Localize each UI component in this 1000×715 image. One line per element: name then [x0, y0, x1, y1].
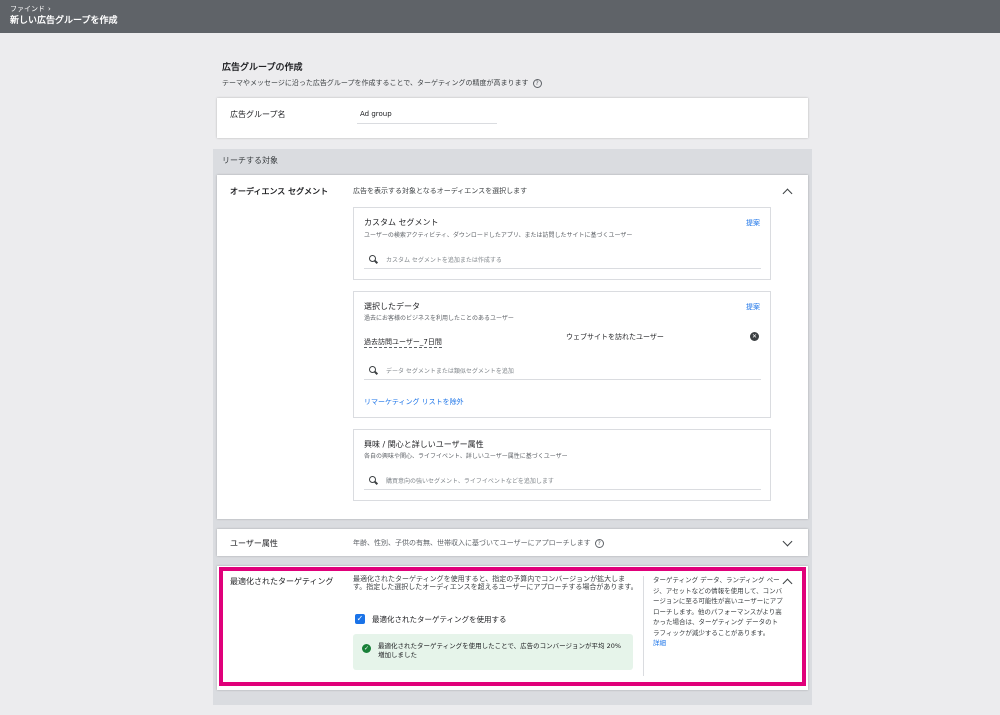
custom-segments-title: カスタム セグメント — [364, 218, 439, 227]
custom-segments-description: ユーザーの検索アクティビティ、ダウンロードしたアプリ、または訪問したサイトに基づ… — [364, 232, 633, 239]
custom-segments-search-placeholder: カスタム セグメントを追加または作成する — [386, 257, 502, 264]
demographics-description: 年齢、性別、子供の有無、世帯収入に基づいてユーザーにアプローチします ? — [353, 538, 604, 548]
breadcrumb[interactable]: ファインド › — [10, 4, 990, 14]
page-description-text: テーマやメッセージに沿った広告グループを作成することで、ターゲティングの精度が高… — [222, 79, 529, 87]
reach-title: リーチする対象 — [222, 156, 278, 165]
page-description: テーマやメッセージに沿った広告グループを作成することで、ターゲティングの精度が高… — [222, 78, 542, 88]
custom-segments-suggest-link[interactable]: 提案 — [746, 218, 760, 228]
audience-segments-description: 広告を表示する対象となるオーディエンスを選択します — [353, 187, 528, 195]
ad-group-name-label: 広告グループ名 — [230, 110, 286, 119]
help-icon[interactable]: ? — [594, 538, 604, 548]
interests-title: 興味 / 関心と詳しいユーザー属性 — [364, 440, 484, 449]
interests-description: 各自の興味や関心、ライフイベント、詳しいユーザー属性に基づくユーザー — [364, 453, 568, 460]
demographics-description-text: 年齢、性別、子供の有無、世帯収入に基づいてユーザーにアプローチします — [353, 539, 591, 547]
your-data-suggest-link[interactable]: 提案 — [746, 302, 760, 312]
your-data-box: 選択したデータ 過去にお客様のビジネスを利用したことのあるユーザー 提案 過去訪… — [353, 291, 771, 418]
your-data-search-placeholder: データ セグメントまたは類似セグメントを追加 — [386, 368, 514, 375]
audience-segments-card: オーディエンス セグメント 広告を表示する対象となるオーディエンスを選択します … — [217, 175, 808, 519]
exclude-remarketing-link[interactable]: リマーケティング リストを除外 — [364, 397, 464, 407]
page-header-title: 新しい広告グループを作成 — [10, 16, 118, 26]
custom-segments-search-input[interactable]: カスタム セグメントを追加または作成する — [364, 251, 761, 269]
demographics-card[interactable]: ユーザー属性 年齢、性別、子供の有無、世帯収入に基づいてユーザーにアプローチしま… — [217, 529, 808, 556]
demographics-label: ユーザー属性 — [230, 539, 278, 548]
search-icon — [369, 366, 378, 375]
your-data-search-input[interactable]: データ セグメントまたは類似セグメントを追加 — [364, 362, 761, 380]
interests-search-placeholder: 購買意向の強いセグメント、ライフイベントなどを追加します — [386, 478, 554, 485]
chevron-down-icon[interactable] — [782, 536, 793, 547]
your-data-title: 選択したデータ — [364, 302, 420, 311]
interests-search-input[interactable]: 購買意向の強いセグメント、ライフイベントなどを追加します — [364, 472, 761, 490]
highlight-frame — [219, 567, 806, 686]
interests-box: 興味 / 関心と詳しいユーザー属性 各自の興味や関心、ライフイベント、詳しいユー… — [353, 429, 771, 501]
audience-segments-label: オーディエンス セグメント — [230, 187, 329, 196]
selected-segment-name[interactable]: 過去訪問ユーザー_7日間 — [364, 337, 442, 348]
selected-segment-type: ウェブサイトを訪れたユーザー — [566, 333, 664, 341]
chevron-up-icon[interactable] — [782, 188, 793, 199]
search-icon — [369, 255, 378, 264]
custom-segments-box: カスタム セグメント ユーザーの検索アクティビティ、ダウンロードしたアプリ、また… — [353, 207, 771, 280]
page-title: 広告グループの作成 — [222, 63, 303, 73]
search-icon — [369, 476, 378, 485]
help-icon[interactable]: ? — [532, 78, 542, 88]
ad-group-name-input[interactable]: Ad group — [357, 106, 497, 124]
breadcrumb-item[interactable]: ファインド — [10, 4, 45, 14]
top-bar: ファインド › 新しい広告グループを作成 — [0, 0, 1000, 33]
chevron-right-icon: › — [48, 5, 51, 13]
your-data-description: 過去にお客様のビジネスを利用したことのあるユーザー — [364, 315, 514, 322]
ad-group-name-card: 広告グループ名 Ad group — [217, 98, 808, 138]
remove-icon[interactable]: ✕ — [750, 332, 759, 341]
